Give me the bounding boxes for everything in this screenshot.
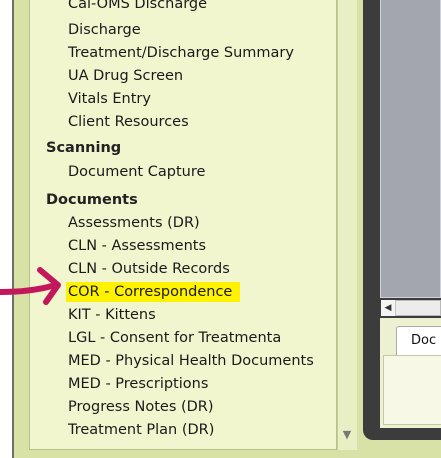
section-heading-scanning: Scanning [46,140,122,156]
nav-item-assessments-dr[interactable]: Assessments (DR) [68,213,200,233]
navigation-list: Cal-OMS Discharge Discharge Treatment/Di… [29,0,337,450]
nav-item-cal-oms-discharge[interactable]: Cal-OMS Discharge [68,0,207,14]
tab-documents[interactable]: Doc [396,326,441,356]
nav-item-med-physical-health-documents[interactable]: MED - Physical Health Documents [68,351,314,371]
document-viewer-area [380,0,441,298]
nav-item-discharge[interactable]: Discharge [68,20,141,40]
tab-body [383,355,441,425]
nav-item-cln-outside-records[interactable]: CLN - Outside Records [68,259,230,279]
vertical-scrollbar[interactable] [337,0,357,450]
section-heading-documents: Documents [46,192,138,208]
nav-item-ua-drug-screen[interactable]: UA Drug Screen [68,66,183,86]
nav-item-progress-notes-dr[interactable]: Progress Notes (DR) [68,397,214,417]
nav-item-vitals-entry[interactable]: Vitals Entry [68,89,151,109]
nav-item-cor-correspondence[interactable]: COR - Correspondence [66,282,241,302]
nav-item-cln-assessments[interactable]: CLN - Assessments [68,236,206,256]
right-arrow-icon [0,267,61,305]
nav-item-client-resources[interactable]: Client Resources [68,112,189,132]
triangle-down-icon[interactable]: ▼ [337,425,357,443]
nav-item-document-capture[interactable]: Document Capture [68,162,205,182]
triangle-left-icon[interactable]: ◀ [381,300,396,316]
nav-item-lgl-consent-for-treatment[interactable]: LGL - Consent for Treatmenta [68,328,281,348]
nav-item-med-prescriptions[interactable]: MED - Prescriptions [68,374,208,394]
nav-item-treatment-discharge-summary[interactable]: Treatment/Discharge Summary [68,43,294,63]
nav-item-kit-kittens[interactable]: KIT - Kittens [68,305,156,325]
nav-item-treatment-plan-dr[interactable]: Treatment Plan (DR) [68,420,214,440]
